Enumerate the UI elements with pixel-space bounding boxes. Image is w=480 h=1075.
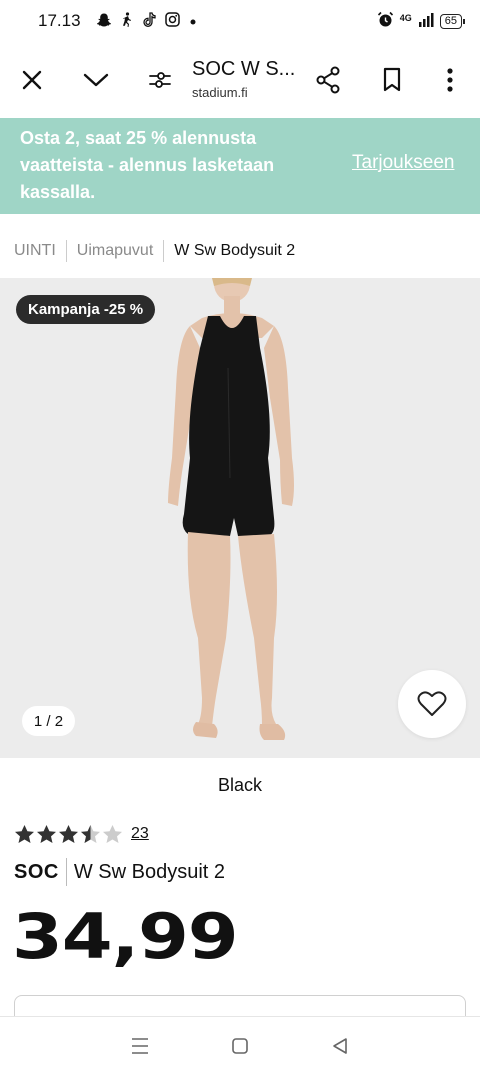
network-label: 4G — [399, 13, 412, 23]
breadcrumb-item-uimapuvut[interactable]: Uimapuvut — [77, 242, 153, 260]
bookmark-button[interactable] — [374, 62, 410, 98]
product-name: W Sw Bodysuit 2 — [73, 860, 226, 883]
tab-title-area[interactable]: SOC W S... stadium.fi — [192, 58, 295, 100]
image-counter: 1 / 2 — [22, 706, 75, 736]
star-empty-icon — [103, 825, 122, 843]
more-vertical-icon — [447, 68, 453, 92]
rating-count[interactable]: 23 — [131, 825, 149, 843]
breadcrumb: UINTI Uimapuvut W Sw Bodysuit 2 — [14, 240, 295, 262]
home-button[interactable] — [220, 1026, 260, 1066]
home-square-icon — [232, 1038, 248, 1054]
share-icon — [316, 66, 340, 94]
page-title: SOC W S... — [192, 58, 296, 80]
breadcrumb-divider — [163, 240, 165, 262]
walking-icon — [121, 11, 133, 31]
star-full-icon — [59, 825, 78, 843]
promo-text: Osta 2, saat 25 % alennusta vaatteista -… — [20, 128, 275, 202]
favorite-button[interactable] — [398, 670, 466, 738]
star-half-icon — [81, 825, 100, 843]
product-price: 34,99 — [12, 900, 239, 973]
chevron-down-icon — [83, 73, 109, 87]
heart-icon — [417, 691, 447, 716]
alarm-icon — [377, 11, 394, 31]
status-time: 17.13 — [38, 11, 81, 30]
close-button[interactable] — [14, 62, 50, 98]
product-rating[interactable]: 23 — [14, 824, 149, 844]
instagram-icon — [164, 12, 180, 30]
breadcrumb-item-uinti[interactable]: UINTI — [14, 242, 56, 260]
star-full-icon — [15, 825, 34, 843]
recent-apps-button[interactable] — [120, 1026, 160, 1066]
snapchat-icon — [96, 12, 112, 31]
product-title: SOC W Sw Bodysuit 2 — [14, 858, 225, 886]
breadcrumb-divider — [65, 240, 67, 262]
brand-name[interactable]: SOC — [14, 861, 59, 884]
menu-icon — [132, 1038, 148, 1054]
bookmark-icon — [383, 67, 401, 92]
status-bar: 17.13 4G 65 — [0, 0, 480, 42]
page-settings-button[interactable] — [142, 62, 178, 98]
sliders-icon — [149, 72, 171, 88]
more-options-button[interactable] — [432, 62, 468, 98]
signal-icon — [418, 12, 434, 30]
battery-indicator: 65 — [439, 13, 466, 29]
selected-color-label: Black — [217, 775, 262, 795]
product-image — [168, 278, 294, 740]
back-triangle-icon — [333, 1038, 347, 1054]
title-divider — [65, 858, 67, 886]
breadcrumb-item-current: W Sw Bodysuit 2 — [174, 242, 296, 259]
notification-dot-icon — [189, 14, 197, 29]
back-button[interactable] — [320, 1026, 360, 1066]
page-url: stadium.fi — [192, 85, 248, 100]
promo-banner: Osta 2, saat 25 % alennusta vaatteista -… — [0, 118, 480, 214]
share-button[interactable] — [310, 62, 346, 98]
promo-link[interactable]: Tarjoukseen — [352, 152, 454, 174]
product-image-carousel[interactable]: Kampanja -25 % 1 / 2 — [0, 278, 480, 758]
tiktok-icon — [142, 11, 156, 31]
close-icon — [22, 70, 42, 90]
system-nav-bar — [0, 1016, 480, 1075]
collapse-button[interactable] — [78, 62, 114, 98]
rating-stars — [14, 824, 123, 844]
campaign-badge: Kampanja -25 % — [16, 295, 156, 324]
star-full-icon — [37, 825, 56, 843]
